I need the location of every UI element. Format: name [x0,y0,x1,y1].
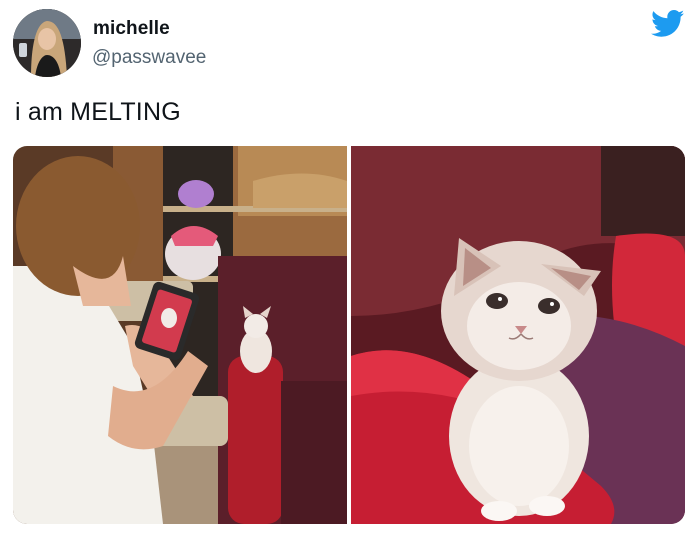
tweet-media[interactable] [13,146,685,524]
photo-kitten-on-red-chair[interactable] [351,146,685,524]
author-display-name[interactable]: michelle [93,18,170,40]
tweet-card: michelle @passwavee i am MELTING [0,0,700,535]
avatar[interactable] [13,9,81,77]
author-handle[interactable]: @passwavee [92,47,206,69]
photo-person-photographing-kitten[interactable] [13,146,347,524]
tweet-text: i am MELTING [15,98,181,126]
profile-photo-icon [13,9,81,77]
twitter-bird-icon[interactable] [651,10,685,38]
